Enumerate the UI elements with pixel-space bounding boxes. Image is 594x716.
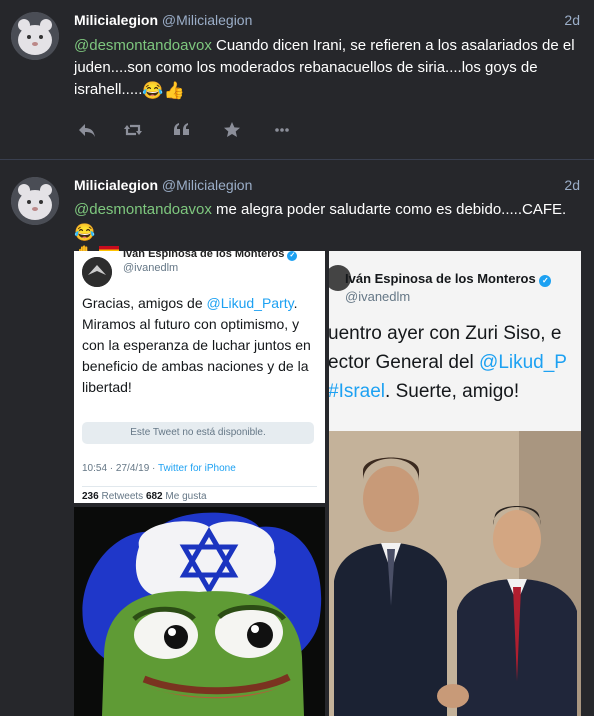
more-icon[interactable] xyxy=(271,120,293,142)
verified-icon: ✓ xyxy=(539,275,552,287)
joy-emoji: 😂 xyxy=(142,81,164,100)
tweet-handle: @ivanedlm xyxy=(123,262,179,274)
status-content: @desmontandoavox Cuando dicen Irani, se … xyxy=(74,35,579,101)
display-name-text: Milicialegion xyxy=(74,177,159,193)
thumbs-up-emoji: 👍 xyxy=(163,81,185,100)
photo-tweet-text: uentro ayer con Zuri Siso, e ector Gener… xyxy=(329,323,567,402)
avatar[interactable] xyxy=(11,12,59,60)
tweet-text: Gracias, amigos de @Likud_Party. Miramos… xyxy=(82,295,311,395)
mention-link[interactable]: @desmontandoavox xyxy=(74,201,212,218)
tweet-author: Iván Espinosa de los Monteros ✓ xyxy=(123,251,298,261)
verified-icon: ✓ xyxy=(287,251,298,261)
display-name[interactable]: Milicialegion @Milicialegion xyxy=(74,177,252,193)
account-handle: @Milicialegion xyxy=(161,12,253,28)
media-photo-tweet[interactable]: Iván Espinosa de los Monteros ✓ @ivanedl… xyxy=(329,251,581,716)
account-handle: @Milicialegion xyxy=(161,177,253,193)
reply-icon[interactable] xyxy=(76,120,98,142)
tweet-unavailable-box: Este Tweet no está disponible. xyxy=(82,422,314,444)
timestamp[interactable]: 2d xyxy=(564,177,580,193)
quote-icon[interactable] xyxy=(171,120,193,142)
media-gallery: Iván Espinosa de los Monteros ✓ @ivanedl… xyxy=(74,251,581,716)
tweet-mention: @Likud_Party xyxy=(206,295,294,311)
tweet-stats: 236 Retweets 682 Me gusta xyxy=(82,491,207,502)
media-tweet-screenshot[interactable]: Iván Espinosa de los Monteros ✓ @ivanedl… xyxy=(74,251,325,503)
mention-link[interactable]: @desmontandoavox xyxy=(74,37,212,54)
tweet-timestamp: 10:54 · 27/4/19 · Twitter for iPhone xyxy=(82,463,236,474)
avatar[interactable] xyxy=(11,177,59,225)
tweet-avatar xyxy=(82,257,112,287)
joy-emoji: 😂 xyxy=(74,223,96,242)
tweet-client: Twitter for iPhone xyxy=(157,463,236,474)
photo-tweet-author: Iván Espinosa de los Monteros ✓ xyxy=(345,271,552,287)
photo-tweet-handle: @ivanedlm xyxy=(345,289,411,304)
favourite-icon[interactable] xyxy=(221,120,243,142)
status-1: Milicialegion @Milicialegion 2d @desmont… xyxy=(0,0,594,160)
status-text: me alegra poder saludarte como es debido… xyxy=(211,201,567,218)
display-name-text: Milicialegion xyxy=(74,12,159,28)
media-meme-image[interactable] xyxy=(74,507,325,716)
display-name[interactable]: Milicialegion @Milicialegion xyxy=(74,12,252,28)
boost-icon[interactable] xyxy=(122,120,144,142)
timestamp[interactable]: 2d xyxy=(564,12,580,28)
photo-image xyxy=(329,431,581,716)
